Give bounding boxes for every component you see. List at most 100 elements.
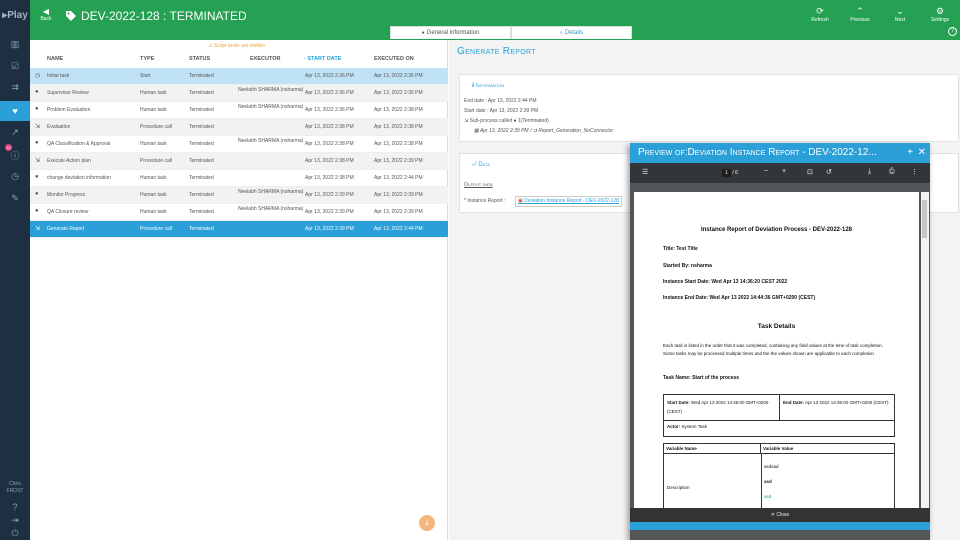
col-executed-on[interactable]: Executed on — [374, 56, 414, 62]
doc-started-by: Started By: nsharma — [663, 263, 712, 269]
info-icon[interactable]: ⓘ — [8, 148, 22, 162]
print-icon[interactable]: ⎙ — [889, 168, 895, 176]
wrench-icon[interactable]: ✎ — [8, 191, 22, 205]
next-button[interactable]: ⌄ Next — [885, 6, 915, 23]
subprocess-detail[interactable]: ▦ Apr 13, 2022 2:39 PM / ⇉ Report_Genera… — [474, 127, 613, 136]
details-heading: Generate Report — [457, 46, 536, 57]
power-icon[interactable]: ⏻ — [8, 526, 22, 540]
cell-type: Procedure call — [140, 124, 172, 130]
cell-name: Initial task — [47, 73, 70, 79]
expand-icon[interactable]: + — [907, 143, 913, 163]
scroll-thumb[interactable] — [922, 200, 927, 238]
previous-button[interactable]: ⌃ Previous — [845, 6, 875, 23]
app-logo[interactable]: ▸Play — [0, 10, 30, 21]
cell-status: Terminated — [189, 158, 214, 164]
preview-header: Preview of:Deviation Instance Report - D… — [630, 143, 930, 163]
cell-status: Terminated — [189, 90, 214, 96]
settings-button[interactable]: ⚙ Settings — [925, 6, 955, 23]
back-arrow-icon: ◀ — [42, 7, 50, 16]
task-table-panel: ⚠ Script tasks are hidden Name Type Stat… — [30, 40, 448, 540]
doc-var-name-header: Variable Name — [664, 444, 761, 454]
cell-type: Procedure call — [140, 226, 172, 232]
info-icon: ● — [421, 30, 425, 36]
doc-var-value-1: asdsad — [764, 464, 779, 469]
cell-start-date: Apr 13, 2022 2:38 PM — [305, 175, 354, 181]
table-row[interactable]: ⇲ Evaluation Procedure call Terminated Apr 1… — [30, 119, 448, 136]
tab-details[interactable]: ⌕ Details — [511, 26, 632, 39]
more-icon[interactable]: ⋮ — [911, 168, 918, 176]
cell-start-date: Apr 13, 2022 2:36 PM — [305, 90, 354, 96]
cell-executor: Neelabh SHARMA (nsharma) — [238, 138, 304, 144]
current-user[interactable]: Chris FROST — [0, 481, 30, 495]
fit-page-icon[interactable]: ⊡ — [807, 168, 813, 176]
cell-executed-on: Apr 13, 2022 2:38 PM — [374, 141, 423, 147]
doc-var-value-3: asd — [764, 494, 772, 499]
back-button[interactable]: ◀ Back — [38, 7, 54, 22]
table-row[interactable]: ● Monitor Progress Human task Terminated Nee… — [30, 187, 448, 204]
doc-variable-table: Variable Name Variable Value Description… — [663, 443, 895, 508]
cell-status: Terminated — [189, 209, 214, 215]
subprocess-icon: ⇲ — [35, 158, 41, 164]
menu-icon[interactable]: ☰ — [642, 168, 648, 176]
table-row[interactable]: ● Problem Evaluation Human task Terminated N… — [30, 102, 448, 119]
start-date-text: Start date : Apr 13, 2022 2:39 PM — [464, 108, 539, 114]
chart-icon[interactable]: ↗ — [8, 125, 22, 139]
col-start-date[interactable]: · Start date — [304, 56, 341, 62]
zoom-out-icon[interactable]: − — [764, 168, 768, 175]
col-name[interactable]: Name — [47, 56, 63, 62]
close-icon[interactable]: ✕ — [918, 143, 926, 163]
tab-general-information[interactable]: ● General information — [390, 26, 511, 39]
close-button[interactable]: ✕ Close — [630, 508, 930, 522]
refresh-button[interactable]: ⟳ Refresh — [805, 6, 835, 23]
subprocess-icon: ⇲ — [35, 226, 41, 232]
tab-label: General information — [426, 30, 480, 36]
table-row[interactable]: ⇲ Generate Report Procedure call Terminated… — [30, 221, 448, 238]
cell-name: QA Closure review — [47, 209, 89, 215]
checklist-icon[interactable]: ☑ — [8, 59, 22, 73]
cell-executed-on: Apr 13, 2022 2:44 PM — [374, 226, 423, 232]
cell-type: Human task — [140, 175, 167, 181]
cell-type: Human task — [140, 107, 167, 113]
pdf-scrollbar[interactable] — [921, 192, 929, 508]
col-type[interactable]: Type — [140, 56, 154, 62]
cell-executed-on: Apr 13, 2022 2:44 PM — [374, 175, 423, 181]
download-icon[interactable]: ⤓ — [868, 168, 871, 176]
heart-pulse-icon[interactable]: ♥ — [0, 101, 30, 121]
rotate-icon[interactable]: ↺ — [826, 168, 832, 176]
detail-tabs: ● General information ⌕ Details — [390, 26, 632, 39]
clock-icon[interactable]: ◷ — [8, 169, 22, 183]
table-row[interactable]: ● QA Closure review Human task Terminated Ne… — [30, 204, 448, 221]
table-row[interactable]: ● QA Classification & Approval Human task T… — [30, 136, 448, 153]
person-icon: ● — [35, 208, 39, 214]
page-title-text: DEV-2022-128 : TERMINATED — [81, 9, 247, 23]
download-button[interactable]: ⤓ — [419, 515, 435, 531]
col-status[interactable]: Status — [189, 56, 210, 62]
cell-status: Terminated — [189, 141, 214, 147]
table-row[interactable]: ⇲ Execute Action plan Procedure call Termin… — [30, 153, 448, 170]
data-title-text: Data — [478, 162, 490, 168]
person-icon: ● — [35, 106, 39, 112]
table-row[interactable]: ● Supervisor Review Human task Terminated Ne… — [30, 85, 448, 102]
cell-start-date: Apr 13, 2022 2:38 PM — [305, 124, 354, 130]
table-row[interactable]: ● change deviation information Human task T… — [30, 170, 448, 187]
instance-report-link[interactable]: ▣ Deviation Instance Report - DEV-2022-1… — [515, 196, 622, 207]
table-header: Name Type Status Executor · Start date E… — [30, 52, 448, 67]
doc-var-name: Description — [667, 485, 690, 490]
help-button[interactable]: ? — [948, 27, 957, 36]
doc-task-details: Task Details — [757, 323, 796, 330]
refresh-label: Refresh — [811, 17, 829, 23]
zoom-in-icon[interactable]: + — [782, 168, 786, 175]
cell-name: Generate Report — [47, 226, 85, 232]
cell-type: Human task — [140, 209, 167, 215]
table-row[interactable]: ◷ Initial task Start Terminated Apr 13, 2022… — [30, 68, 448, 85]
help-icon[interactable]: ? — [8, 500, 22, 514]
doc-paragraph: Each task is listed in the order that it… — [663, 343, 883, 356]
cell-name: Monitor Progress — [47, 192, 86, 198]
person-icon: ● — [35, 174, 39, 180]
page-number-input[interactable]: 1 — [722, 169, 731, 177]
dashboard-icon[interactable]: ▥ — [8, 37, 22, 51]
subprocess-count: 1(Terminated) — [517, 118, 549, 124]
signout-icon[interactable]: ⇥ — [8, 513, 22, 527]
col-executor[interactable]: Executor — [250, 56, 280, 62]
flow-icon[interactable]: ⇉ — [8, 80, 22, 94]
